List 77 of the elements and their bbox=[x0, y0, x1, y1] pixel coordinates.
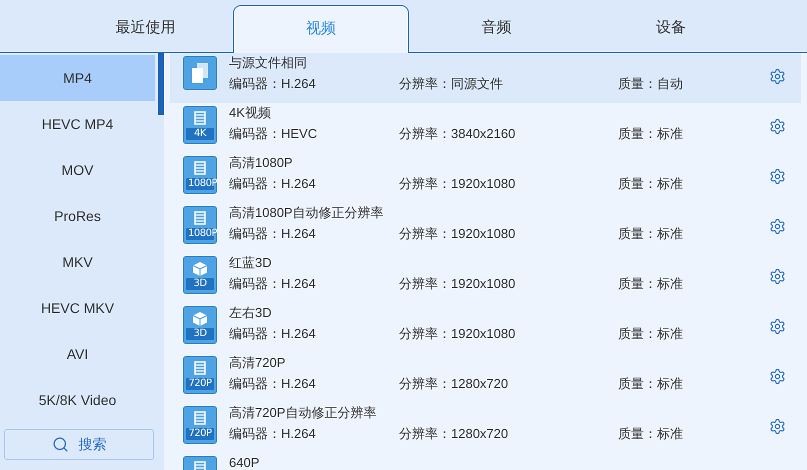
preset-title: 红蓝3D bbox=[229, 256, 273, 270]
format-item[interactable]: ProRes bbox=[0, 193, 155, 239]
format-item[interactable]: HEVC MP4 bbox=[0, 101, 155, 147]
preset-title: 高清1080P bbox=[229, 156, 294, 170]
format-item[interactable]: HEVC MKV bbox=[0, 285, 155, 331]
quality-text: 质量：标准 bbox=[618, 177, 683, 191]
codec-text: 编码器：H.264 bbox=[229, 77, 317, 91]
tab[interactable]: 最近使用 bbox=[58, 5, 232, 52]
resolution-text: 分辨率：1280x720 bbox=[399, 427, 510, 441]
preset-title: 左右3D bbox=[229, 306, 273, 320]
quality-text: 质量：标准 bbox=[618, 227, 683, 241]
film-icon bbox=[194, 411, 206, 425]
scrollbar-thumb[interactable] bbox=[158, 53, 164, 115]
quality-text: 质量：标准 bbox=[618, 277, 683, 291]
preset-title: 与源文件相同 bbox=[229, 56, 308, 70]
preset-row[interactable]: 1080P 高清1080P 编码器：H.264 分辨率：1920x1080 质量：标准 bbox=[170, 153, 801, 203]
codec-text: 编码器：H.264 bbox=[229, 177, 317, 191]
settings-icon[interactable] bbox=[769, 418, 786, 435]
format-item[interactable]: 5K/8K Video bbox=[0, 377, 155, 423]
settings-icon[interactable] bbox=[769, 168, 786, 185]
resolution-text: 分辨率：同源文件 bbox=[399, 77, 504, 91]
cube-icon bbox=[192, 311, 208, 327]
settings-icon[interactable] bbox=[769, 318, 786, 335]
tab[interactable]: 音频 bbox=[409, 5, 584, 52]
search-button[interactable]: 搜索 bbox=[4, 429, 154, 460]
settings-icon[interactable] bbox=[769, 68, 786, 85]
codec-text: 编码器：H.264 bbox=[229, 427, 317, 441]
preset-badge: 3D bbox=[186, 278, 214, 290]
settings-icon[interactable] bbox=[769, 218, 786, 235]
settings-icon[interactable] bbox=[769, 118, 786, 135]
preset-row[interactable]: 4K 4K视频 编码器：HEVC 分辨率：3840x2160 质量：标准 bbox=[170, 103, 801, 153]
preset-title: 4K视频 bbox=[229, 106, 272, 120]
codec-text: 编码器：H.264 bbox=[229, 277, 317, 291]
codec-text: 编码器：H.264 bbox=[229, 377, 317, 391]
format-item[interactable]: MKV bbox=[0, 239, 155, 285]
format-item[interactable]: MOV bbox=[0, 147, 155, 193]
quality-text: 质量：自动 bbox=[618, 77, 683, 91]
preset-row[interactable]: 3D 左右3D 编码器：H.264 分辨率：1920x1080 质量：标准 bbox=[170, 303, 801, 353]
preset-title: 高清720P bbox=[229, 356, 286, 370]
codec-text: 编码器：H.264 bbox=[229, 327, 317, 341]
format-item[interactable]: AVI bbox=[0, 331, 155, 377]
resolution-text: 分辨率：1920x1080 bbox=[399, 227, 516, 241]
quality-text: 质量：标准 bbox=[618, 327, 683, 341]
settings-icon[interactable] bbox=[769, 268, 786, 285]
film-icon bbox=[194, 161, 206, 175]
search-icon bbox=[52, 436, 68, 453]
film-icon bbox=[194, 111, 206, 125]
film-icon bbox=[194, 361, 206, 375]
preset-badge: 4K bbox=[186, 128, 214, 140]
settings-icon[interactable] bbox=[769, 368, 786, 385]
resolution-text: 分辨率：1920x1080 bbox=[399, 327, 516, 341]
preset-row[interactable]: 720P 高清720P自动修正分辨率 编码器：H.264 分辨率：1280x720 质量：标准 bbox=[170, 403, 801, 453]
preset-badge: 720P bbox=[186, 378, 214, 390]
format-item[interactable]: MP4 bbox=[0, 55, 155, 101]
resolution-text: 分辨率：1920x1080 bbox=[399, 277, 516, 291]
resolution-text: 分辨率：3840x2160 bbox=[399, 127, 516, 141]
resolution-text: 分辨率：1920x1080 bbox=[399, 177, 516, 191]
preset-row[interactable]: 720P 高清720P 编码器：H.264 分辨率：1280x720 质量：标准 bbox=[170, 353, 801, 403]
copy-icon bbox=[183, 56, 217, 90]
preset-row[interactable]: 640P bbox=[170, 453, 801, 470]
preset-badge: 3D bbox=[186, 328, 214, 340]
tab[interactable]: 设备 bbox=[584, 5, 758, 52]
quality-text: 质量：标准 bbox=[618, 127, 683, 141]
preset-row[interactable]: 与源文件相同 编码器：H.264 分辨率：同源文件 质量：自动 bbox=[170, 53, 801, 103]
preset-title: 高清720P自动修正分辨率 bbox=[229, 406, 378, 420]
preset-row[interactable]: 1080P 高清1080P自动修正分辨率 编码器：H.264 分辨率：1920x1080 质量：标准 bbox=[170, 203, 801, 253]
codec-text: 编码器：H.264 bbox=[229, 227, 317, 241]
preset-badge: 720P bbox=[186, 428, 214, 440]
resolution-text: 分辨率：1280x720 bbox=[399, 377, 510, 391]
quality-text: 质量：标准 bbox=[618, 427, 683, 441]
film-icon bbox=[194, 211, 206, 225]
codec-text: 编码器：HEVC bbox=[229, 127, 318, 141]
preset-title: 高清1080P自动修正分辨率 bbox=[229, 206, 385, 220]
preset-title: 640P bbox=[229, 456, 260, 470]
preset-row[interactable]: 3D 红蓝3D 编码器：H.264 分辨率：1920x1080 质量：标准 bbox=[170, 253, 801, 303]
cube-icon bbox=[192, 261, 208, 277]
quality-text: 质量：标准 bbox=[618, 377, 683, 391]
